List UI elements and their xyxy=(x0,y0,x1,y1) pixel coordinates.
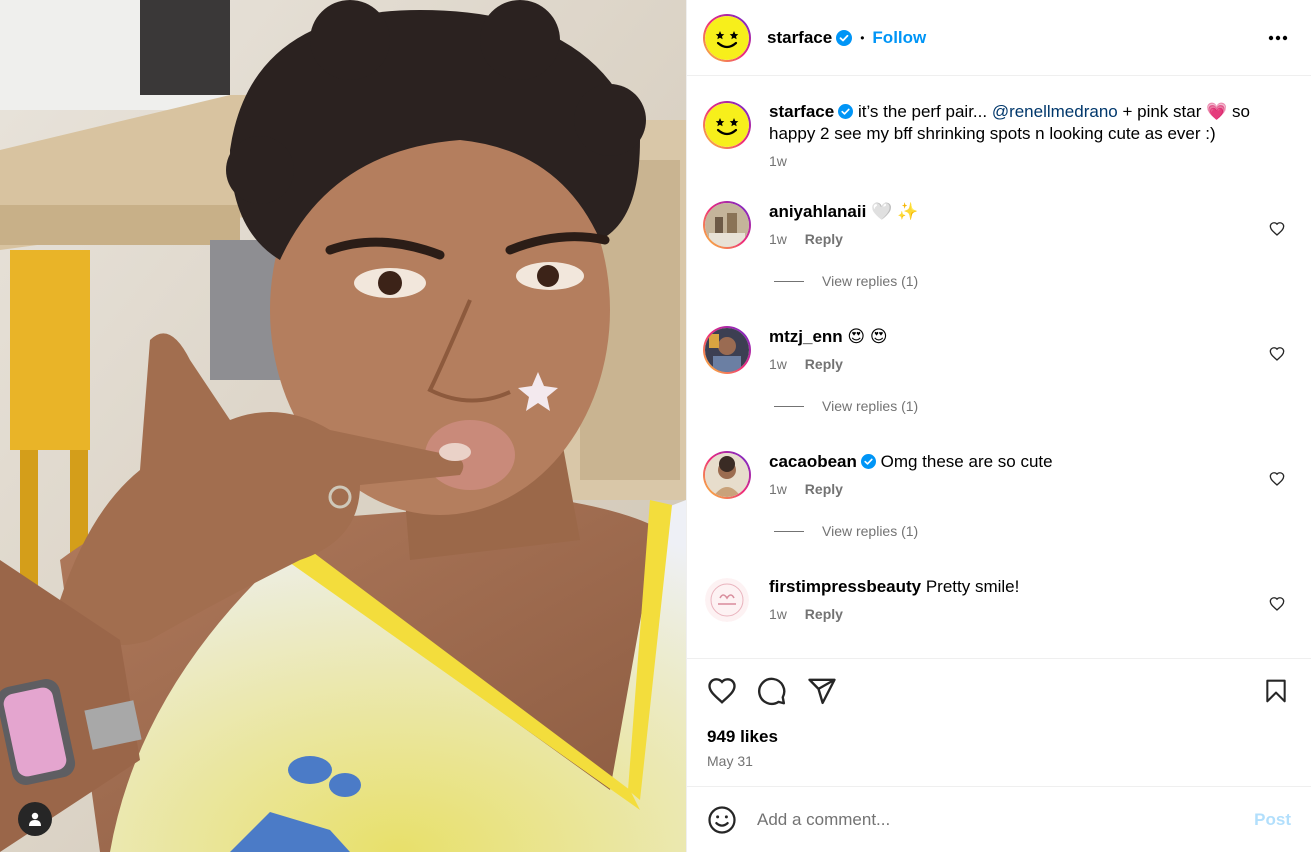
caption-text-part: it’s the perf pair... xyxy=(853,102,992,121)
share-icon[interactable] xyxy=(807,676,837,706)
author-avatar[interactable] xyxy=(703,13,751,62)
view-replies-button[interactable]: View replies (1) xyxy=(774,273,1255,289)
view-replies-label: View replies (1) xyxy=(822,273,919,289)
comment-time: 1w xyxy=(769,606,787,622)
comment-username[interactable]: firstimpressbeauty xyxy=(769,577,921,596)
verified-badge-icon xyxy=(836,29,853,46)
emoji-icon[interactable] xyxy=(707,805,737,835)
comments-list[interactable]: starface it’s the perf pair... @renellme… xyxy=(687,76,1311,658)
avatar-image xyxy=(705,578,749,622)
comment-time: 1w xyxy=(769,231,787,247)
avatar-image xyxy=(705,328,749,372)
comment-text: firstimpressbeauty Pretty smile! xyxy=(769,576,1255,598)
comment-meta: 1w Reply xyxy=(769,356,1255,372)
comment-meta: 1w Reply xyxy=(769,231,1255,247)
comment-item: aniyahlanaii 🤍 ✨ 1w Reply View replies (… xyxy=(703,201,1295,326)
post-image xyxy=(0,0,686,852)
avatar-image xyxy=(705,453,749,497)
post-photo xyxy=(0,0,686,852)
caption-mention-link[interactable]: @renellmedrano xyxy=(992,102,1118,121)
verified-badge-icon xyxy=(860,454,876,469)
comment-message: 😍 😍 xyxy=(842,327,888,346)
comment-item: firstimpressbeauty Pretty smile! 1w Repl… xyxy=(703,576,1295,658)
post-dialog: starface • Follow starface it’s the perf… xyxy=(0,0,1311,852)
comment-message: Pretty smile! xyxy=(921,577,1020,596)
like-comment-heart-icon[interactable] xyxy=(1269,346,1285,362)
post-comment-button[interactable]: Post xyxy=(1254,810,1291,830)
comment-username[interactable]: cacaobean xyxy=(769,452,857,471)
view-replies-button[interactable]: View replies (1) xyxy=(774,398,1255,414)
reply-button[interactable]: Reply xyxy=(805,606,843,622)
pink-heart-emoji: 💗 xyxy=(1206,102,1228,121)
commenter-avatar[interactable] xyxy=(705,578,749,622)
action-bar xyxy=(707,675,1291,707)
comment-meta: 1w Reply xyxy=(769,481,1255,497)
author-username[interactable]: starface xyxy=(767,28,832,48)
comment-text: aniyahlanaii 🤍 ✨ xyxy=(769,201,1255,223)
comment-item: mtzj_enn 😍 😍 1w Reply View replies (1) xyxy=(703,326,1295,451)
comment-message: 🤍 ✨ xyxy=(866,202,919,221)
comment-item: cacaobean Omg these are so cute 1w Reply… xyxy=(703,451,1295,576)
comment-time: 1w xyxy=(769,356,787,372)
comment-message: Omg these are so cute xyxy=(875,452,1053,471)
comment-username[interactable]: mtzj_enn xyxy=(769,327,843,346)
caption-avatar[interactable] xyxy=(703,101,751,149)
post-date: May 31 xyxy=(707,753,753,769)
comment-composer: Post xyxy=(687,786,1311,852)
comment-time: 1w xyxy=(769,481,787,497)
heart-icon[interactable] xyxy=(707,676,737,706)
verified-badge-icon xyxy=(838,104,854,119)
reply-button[interactable]: Reply xyxy=(805,231,843,247)
replies-divider xyxy=(774,405,804,407)
reply-button[interactable]: Reply xyxy=(805,481,843,497)
user-tag-button[interactable] xyxy=(18,802,52,836)
starface-logo-icon xyxy=(705,103,749,147)
post-header: starface • Follow xyxy=(687,0,1311,76)
replies-divider xyxy=(774,280,804,282)
reply-button[interactable]: Reply xyxy=(805,356,843,372)
caption-username[interactable]: starface xyxy=(769,102,834,121)
like-comment-heart-icon[interactable] xyxy=(1269,221,1285,237)
caption-text: starface it’s the perf pair... @renellme… xyxy=(769,101,1275,145)
follow-button[interactable]: Follow xyxy=(872,28,926,48)
separator-dot: • xyxy=(860,30,865,45)
view-replies-label: View replies (1) xyxy=(822,398,919,414)
caption-time: 1w xyxy=(769,153,787,169)
post-actions: 949 likes May 31 xyxy=(687,658,1311,786)
comment-text: cacaobean Omg these are so cute xyxy=(769,451,1255,473)
post-sidebar: starface • Follow starface it’s the perf… xyxy=(686,0,1311,852)
commenter-avatar[interactable] xyxy=(703,326,751,374)
starface-logo-icon xyxy=(705,15,749,60)
caption: starface it’s the perf pair... @renellme… xyxy=(703,76,1295,201)
view-replies-label: View replies (1) xyxy=(822,523,919,539)
comment-icon[interactable] xyxy=(757,676,787,706)
like-comment-heart-icon[interactable] xyxy=(1269,596,1285,612)
caption-meta: 1w xyxy=(769,153,1275,169)
more-options-icon[interactable] xyxy=(1267,28,1289,48)
like-comment-heart-icon[interactable] xyxy=(1269,471,1285,487)
commenter-avatar[interactable] xyxy=(703,451,751,499)
comment-input[interactable] xyxy=(755,808,1255,831)
commenter-avatar[interactable] xyxy=(703,201,751,249)
bookmark-icon[interactable] xyxy=(1263,677,1289,705)
comment-text: mtzj_enn 😍 😍 xyxy=(769,326,1255,348)
view-replies-button[interactable]: View replies (1) xyxy=(774,523,1255,539)
user-tag-icon xyxy=(29,812,41,826)
likes-count[interactable]: 949 likes xyxy=(707,727,1291,747)
comment-meta: 1w Reply xyxy=(769,606,1255,622)
replies-divider xyxy=(774,530,804,532)
comment-username[interactable]: aniyahlanaii xyxy=(769,202,866,221)
avatar-image xyxy=(705,203,749,247)
caption-text-part: + pink star xyxy=(1117,102,1207,121)
